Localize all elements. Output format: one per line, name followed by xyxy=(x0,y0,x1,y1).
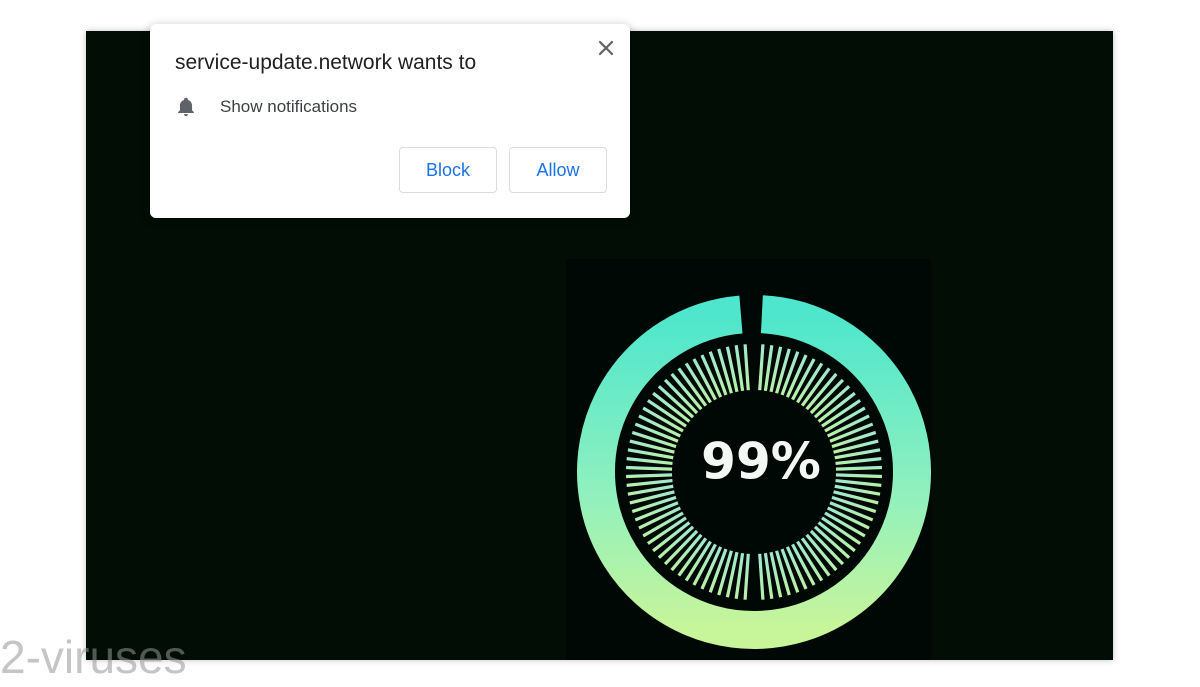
page: 99% service-update.network wants to Show… xyxy=(0,0,1200,687)
notification-permission-popup: service-update.network wants to Show not… xyxy=(150,24,630,218)
tick-mark xyxy=(758,553,765,600)
tick-mark xyxy=(743,553,750,600)
tick-mark xyxy=(758,344,765,391)
allow-button[interactable]: Allow xyxy=(509,147,607,193)
tick-mark xyxy=(835,457,882,466)
progress-loader: 99% xyxy=(566,259,931,660)
watermark: 2-viruses xyxy=(0,631,187,683)
permission-label: Show notifications xyxy=(220,97,358,116)
percent-label: 99% xyxy=(701,433,821,491)
tick-mark xyxy=(835,473,882,479)
tick-mark xyxy=(626,473,673,479)
tick-mark xyxy=(734,552,745,599)
tick-mark xyxy=(835,478,882,487)
permission-row: Show notifications xyxy=(175,94,357,120)
popup-title: service-update.network wants to xyxy=(175,51,477,74)
progress-ring: 99% xyxy=(577,295,931,649)
tick-mark xyxy=(763,345,774,392)
tick-mark xyxy=(626,478,673,487)
tick-mark xyxy=(835,465,882,471)
bell-icon xyxy=(178,97,194,117)
tick-mark xyxy=(763,552,774,599)
tick-mark xyxy=(626,457,673,466)
close-icon xyxy=(598,40,614,56)
tick-mark xyxy=(626,465,673,471)
block-button[interactable]: Block xyxy=(399,147,497,193)
close-button[interactable] xyxy=(592,34,620,62)
tick-mark xyxy=(734,345,745,392)
tick-mark xyxy=(743,344,750,391)
